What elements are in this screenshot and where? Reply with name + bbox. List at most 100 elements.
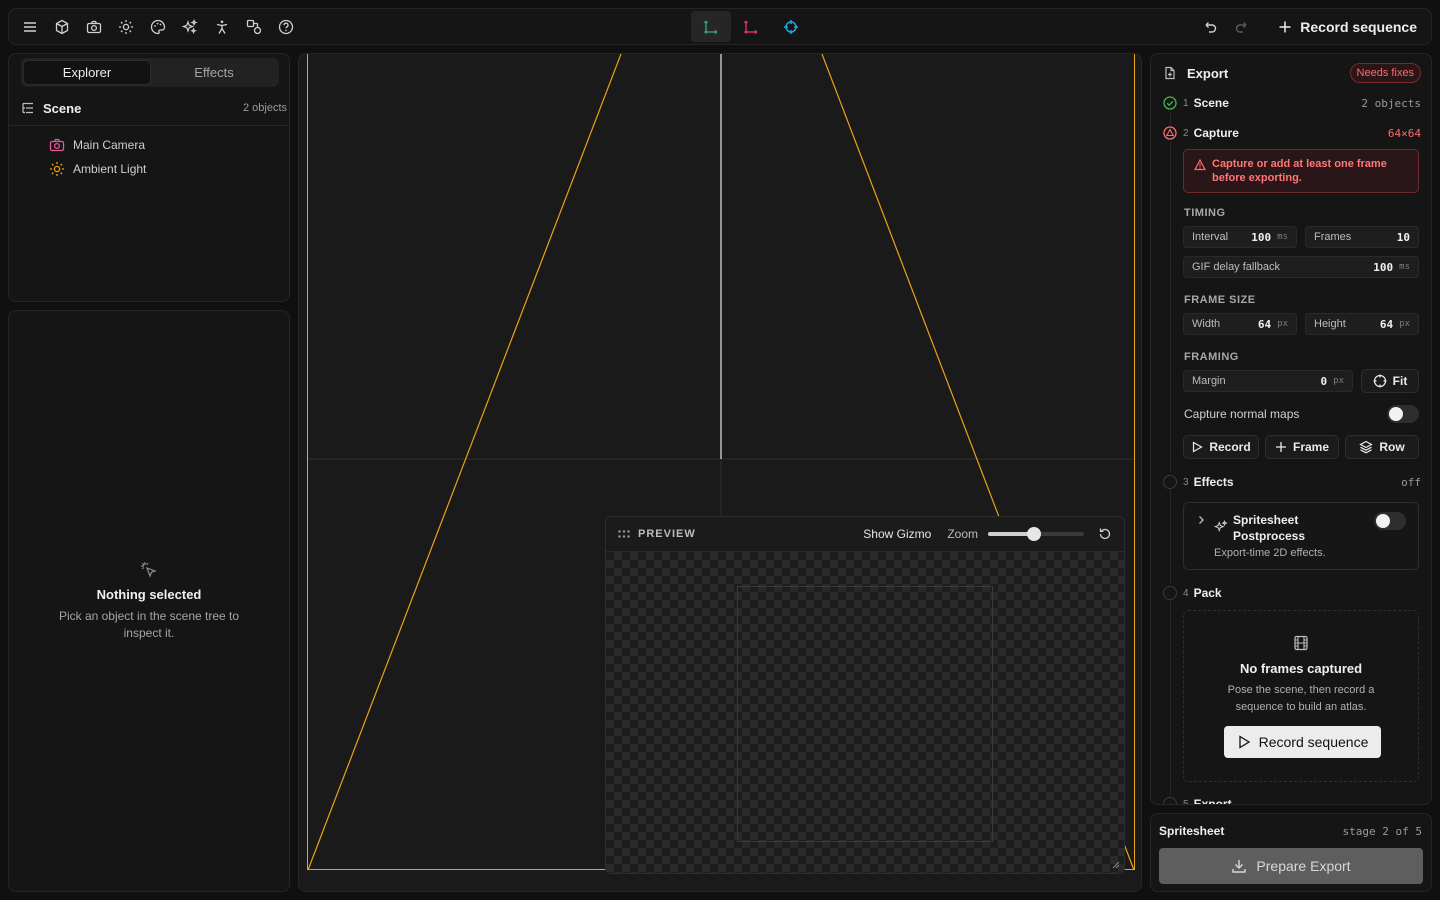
undo-icon[interactable] <box>1199 16 1221 38</box>
fit-label: Fit <box>1392 374 1408 388</box>
explorer-panel: Explorer Effects Scene 2 objects Main Ca… <box>8 53 290 302</box>
margin-field[interactable]: Margin 0 px <box>1183 370 1353 392</box>
step-status-circle <box>1163 797 1177 804</box>
gizmo-mode-group <box>691 11 811 42</box>
tab-effects[interactable]: Effects <box>151 60 277 85</box>
orbit-gizmo-button[interactable] <box>771 11 811 42</box>
step-name: Capture <box>1193 126 1239 140</box>
move-gizmo-icon <box>703 20 718 34</box>
play-icon <box>1238 735 1250 749</box>
chevron-right-icon[interactable] <box>1196 515 1206 525</box>
spritesheet-footer: Spritesheet stage 2 of 5 Prepare Export <box>1150 813 1432 892</box>
record-sequence-button[interactable]: Record sequence <box>1224 726 1381 758</box>
step-number: 5 <box>1183 798 1189 805</box>
record-label: Record <box>1209 440 1251 454</box>
effect-card[interactable]: Spritesheet Postprocess Export-time 2D e… <box>1183 502 1419 570</box>
effect-name: Spritesheet Postprocess <box>1233 513 1306 543</box>
preview-window[interactable]: PREVIEW Show Gizmo Zoom <box>605 516 1125 874</box>
footer-row: Spritesheet stage 2 of 5 <box>1159 824 1422 838</box>
figure-icon[interactable] <box>211 16 233 38</box>
help-icon[interactable] <box>275 16 297 38</box>
step-scene[interactable]: 1 Scene 2 objects <box>1163 94 1421 112</box>
pack-empty-state: No frames captured Pose the scene, then … <box>1183 610 1419 782</box>
show-gizmo-toggle[interactable]: Show Gizmo <box>863 527 931 541</box>
viewport-3d[interactable]: PREVIEW Show Gizmo Zoom <box>298 53 1142 892</box>
zoom-slider[interactable] <box>988 526 1084 542</box>
reset-view-icon[interactable] <box>1098 527 1112 541</box>
crosshair-icon <box>1373 374 1387 388</box>
effect-description: Export-time 2D effects. <box>1214 547 1326 559</box>
step-capture[interactable]: 2 Capture 64×64 <box>1163 124 1421 142</box>
toggle-knob <box>1389 407 1403 421</box>
plus-icon <box>1275 442 1286 452</box>
step-status-circle <box>1163 475 1177 489</box>
field-label: Margin <box>1192 375 1226 387</box>
sun-icon <box>50 162 64 176</box>
step-connector <box>1170 600 1171 796</box>
interval-field[interactable]: Interval 100 ms <box>1183 226 1297 248</box>
plus-icon <box>1279 21 1291 33</box>
framing-section-label: FRAMING <box>1184 351 1239 363</box>
rotate-gizmo-button[interactable] <box>731 11 771 42</box>
palette-icon[interactable] <box>147 16 169 38</box>
cube-icon[interactable] <box>51 16 73 38</box>
step-export[interactable]: 5 Export <box>1163 795 1421 805</box>
zoom-slider-knob[interactable] <box>1027 527 1041 541</box>
layers-icon <box>1359 440 1374 454</box>
play-icon <box>1193 441 1204 453</box>
height-field[interactable]: Height 64 px <box>1305 313 1419 335</box>
move-gizmo-button[interactable] <box>691 11 731 42</box>
tab-explorer[interactable]: Explorer <box>23 60 151 85</box>
sun-icon[interactable] <box>115 16 137 38</box>
preview-canvas[interactable] <box>606 552 1124 873</box>
tree-item-ambient-light[interactable]: Ambient Light <box>49 159 146 179</box>
alert-triangle-icon <box>1194 159 1206 171</box>
step-number: 2 <box>1183 127 1189 139</box>
shapes-icon[interactable] <box>243 16 265 38</box>
width-field[interactable]: Width 64 px <box>1183 313 1297 335</box>
step-meta: 64×64 <box>1387 126 1421 140</box>
empty-title: Nothing selected <box>96 587 202 602</box>
field-label: GIF delay fallback <box>1192 261 1281 273</box>
frames-field[interactable]: Frames 10 <box>1305 226 1419 248</box>
prepare-export-label: Prepare Export <box>1256 858 1351 874</box>
top-toolbar: Record sequence <box>8 8 1432 45</box>
menu-icon[interactable] <box>19 16 41 38</box>
step-connector <box>1170 488 1171 584</box>
step-meta: off <box>1401 475 1421 489</box>
gif-delay-field[interactable]: GIF delay fallback 100 ms <box>1183 256 1419 278</box>
status-badge: Needs fixes <box>1349 63 1421 83</box>
fit-button[interactable]: Fit <box>1361 369 1419 393</box>
field-unit: ms <box>1277 232 1288 242</box>
record-sequence-top-label: Record sequence <box>1300 19 1417 35</box>
step-effects[interactable]: 3 Effects off <box>1163 473 1421 491</box>
field-unit: px <box>1399 319 1410 329</box>
effect-toggle[interactable] <box>1374 512 1406 530</box>
preview-title: PREVIEW <box>638 528 696 540</box>
resize-handle-icon[interactable] <box>1112 861 1120 869</box>
pointer-click-icon <box>141 562 157 578</box>
frame-size-section-label: FRAME SIZE <box>1184 294 1256 306</box>
step-number: 1 <box>1183 97 1189 109</box>
scene-header[interactable]: Scene 2 objects <box>21 98 287 118</box>
add-row-button[interactable]: Row <box>1345 435 1419 459</box>
record-button[interactable]: Record <box>1183 435 1259 459</box>
prepare-export-button[interactable]: Prepare Export <box>1159 848 1423 884</box>
inspector-panel: Nothing selected Pick an object in the s… <box>8 310 290 892</box>
add-frame-button[interactable]: Frame <box>1265 435 1339 459</box>
step-pack[interactable]: 4 Pack <box>1163 584 1421 602</box>
redo-icon[interactable] <box>1231 16 1253 38</box>
normal-maps-toggle[interactable] <box>1387 405 1419 423</box>
camera-icon[interactable] <box>83 16 105 38</box>
sparkles-icon[interactable] <box>179 16 201 38</box>
tree-item-main-camera[interactable]: Main Camera <box>49 135 145 155</box>
scene-count: 2 objects <box>242 102 287 114</box>
warning-circle-icon <box>1163 126 1177 140</box>
export-title: Export <box>1187 65 1229 81</box>
step-name: Export <box>1193 797 1232 805</box>
record-sequence-label: Record sequence <box>1258 734 1369 750</box>
field-unit: ms <box>1399 262 1410 272</box>
record-sequence-top-button[interactable]: Record sequence <box>1278 15 1417 39</box>
rotate-gizmo-icon <box>743 20 758 34</box>
drag-handle-icon[interactable] <box>618 530 630 538</box>
